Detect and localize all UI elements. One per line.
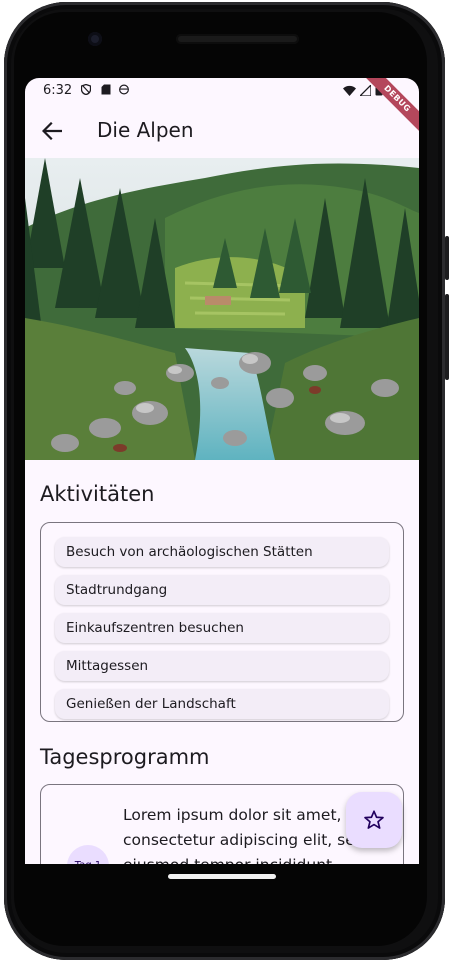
shield-icon	[81, 84, 91, 95]
activities-heading: Aktivitäten	[40, 482, 155, 506]
list-item[interactable]: Genießen der Landschaft	[55, 689, 389, 719]
app-bar: Die Alpen	[25, 104, 419, 158]
status-time: 6:32	[43, 83, 73, 98]
back-button[interactable]	[37, 116, 67, 146]
home-gesture-bar[interactable]	[168, 874, 276, 879]
landscape-illustration	[25, 158, 419, 460]
volume-down-button	[445, 294, 449, 380]
earpiece-speaker	[176, 34, 299, 44]
day-avatar: Tag 1	[67, 845, 109, 864]
volume-up-button	[445, 236, 449, 280]
face-icon	[119, 84, 129, 95]
list-item[interactable]: Einkaufszentren besuchen	[55, 613, 389, 643]
list-item[interactable]: Mittagessen	[55, 651, 389, 681]
hero-image-alps	[25, 158, 419, 460]
app-screen: 6:32 DEBUG Die Alpen Aktivitäten Besuch …	[25, 78, 419, 864]
status-bar: 6:32	[25, 78, 419, 104]
front-camera	[88, 32, 102, 46]
arrow-left-icon	[42, 122, 62, 140]
wifi-icon	[343, 85, 356, 96]
activities-list[interactable]: Besuch von archäologischen Stätten Stadt…	[40, 522, 404, 722]
phone-device: 6:32 DEBUG Die Alpen Aktivitäten Besuch …	[0, 0, 449, 962]
sd-card-icon	[101, 84, 111, 95]
list-item[interactable]: Besuch von archäologischen Stätten	[55, 537, 389, 567]
favorite-button[interactable]	[346, 792, 402, 848]
list-item[interactable]: Stadtrundgang	[55, 575, 389, 605]
star-outline-icon	[364, 810, 384, 829]
program-heading: Tagesprogramm	[40, 745, 210, 769]
page-title: Die Alpen	[97, 118, 194, 142]
signal-icon	[360, 84, 371, 96]
